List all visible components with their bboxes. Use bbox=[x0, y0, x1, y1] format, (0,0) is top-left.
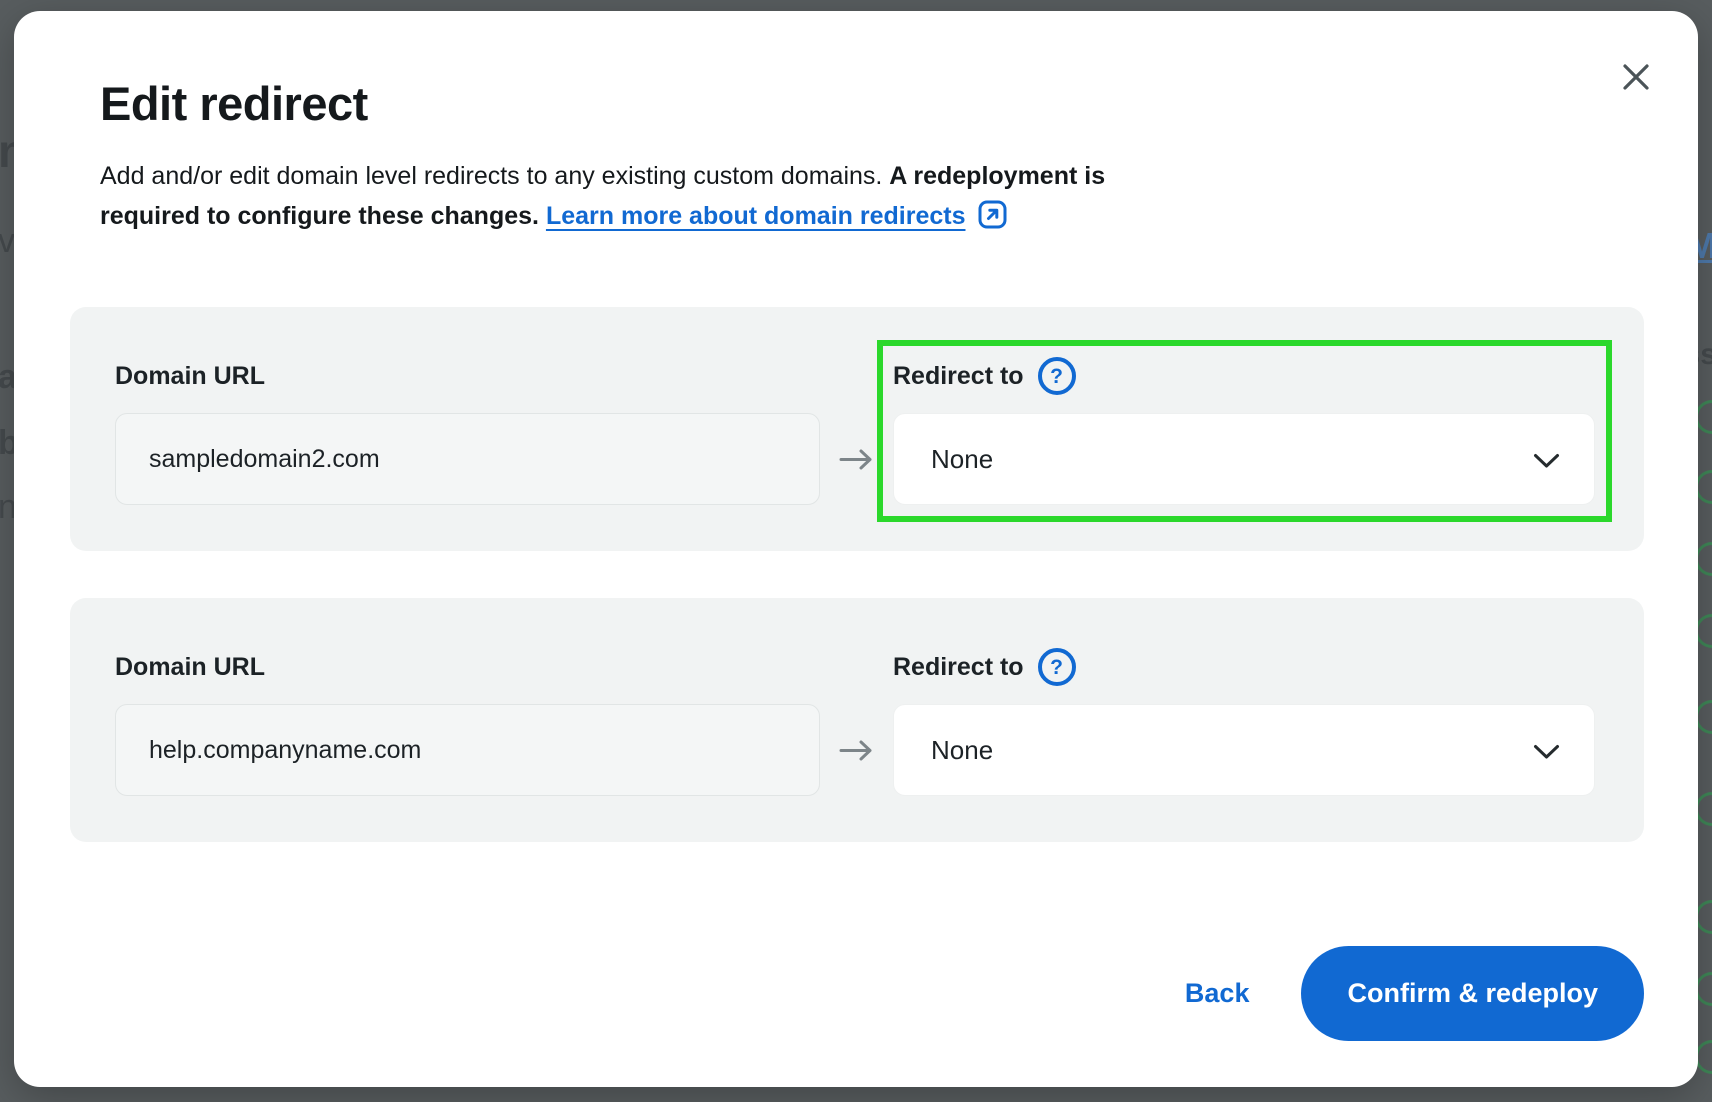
description-text: Add and/or edit domain level redirects t… bbox=[100, 162, 889, 190]
domain-url-input[interactable] bbox=[115, 704, 820, 796]
page-title: Edit redirect bbox=[100, 80, 1644, 127]
help-icon[interactable]: ? bbox=[1038, 648, 1076, 686]
chevron-down-icon bbox=[1533, 453, 1560, 469]
domain-url-label: Domain URL bbox=[115, 648, 820, 686]
edit-redirect-modal: Edit redirect Add and/or edit domain lev… bbox=[14, 11, 1698, 1087]
modal-description: Add and/or edit domain level redirects t… bbox=[100, 156, 1195, 242]
external-link-icon bbox=[977, 199, 1008, 242]
redirect-to-label: Redirect to bbox=[893, 362, 1024, 391]
learn-more-link[interactable]: Learn more about domain redirects bbox=[546, 202, 966, 230]
redirect-to-select[interactable]: None bbox=[893, 413, 1595, 505]
redirect-to-value: None bbox=[931, 735, 993, 766]
redirect-row: Domain URL Redirect to ? bbox=[70, 598, 1644, 842]
close-icon bbox=[1621, 62, 1651, 92]
back-button[interactable]: Back bbox=[1185, 978, 1250, 1009]
chevron-down-icon bbox=[1533, 744, 1560, 760]
domain-url-label: Domain URL bbox=[115, 357, 820, 395]
redirect-to-value: None bbox=[931, 444, 993, 475]
redirect-row: Domain URL Redirect to ? bbox=[70, 307, 1644, 551]
arrow-right-icon bbox=[839, 739, 875, 762]
redirect-to-select[interactable]: None bbox=[893, 704, 1595, 796]
close-button[interactable] bbox=[1614, 55, 1658, 99]
domain-url-input[interactable] bbox=[115, 413, 820, 505]
confirm-redeploy-button[interactable]: Confirm & redeploy bbox=[1301, 946, 1644, 1041]
redirect-to-label: Redirect to bbox=[893, 653, 1024, 682]
learn-more-link-label: Learn more about domain redirects bbox=[546, 202, 966, 230]
backdrop-text-fragment: v bbox=[0, 224, 15, 258]
help-icon[interactable]: ? bbox=[1038, 357, 1076, 395]
arrow-right-icon bbox=[839, 448, 875, 471]
